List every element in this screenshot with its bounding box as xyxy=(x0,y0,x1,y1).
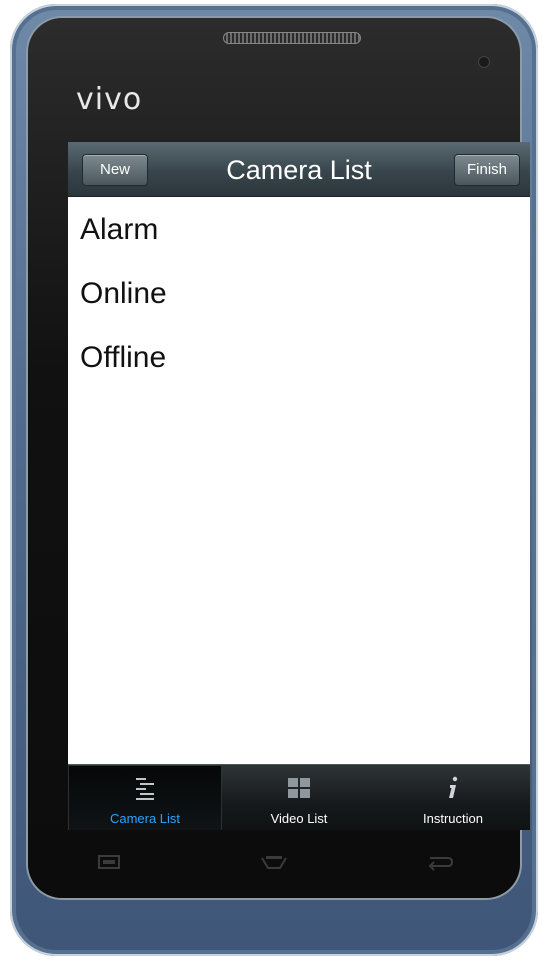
tab-instruction[interactable]: Instruction xyxy=(376,765,530,830)
phone-bezel: vivo New Camera List Finish Alarm Online… xyxy=(28,18,530,898)
new-button[interactable]: New xyxy=(82,154,148,186)
tab-video-list[interactable]: Video List xyxy=(222,765,376,830)
menu-key-icon[interactable] xyxy=(90,848,130,876)
page-title: Camera List xyxy=(226,155,372,185)
list-item-offline[interactable]: Offline xyxy=(68,326,530,390)
tab-label: Camera List xyxy=(109,811,181,826)
bottom-tab-bar: Camera List Video List Instruction xyxy=(68,764,530,830)
camera-category-list: Alarm Online Offline xyxy=(68,198,530,390)
phone-body: vivo New Camera List Finish Alarm Online… xyxy=(10,4,538,956)
tab-label: Instruction xyxy=(423,811,483,826)
brand-logo: vivo xyxy=(76,82,143,117)
home-key-icon[interactable] xyxy=(254,848,294,876)
back-key-icon[interactable] xyxy=(420,848,460,876)
list-item-online[interactable]: Online xyxy=(68,262,530,326)
app-screen: New Camera List Finish Alarm Online Offl… xyxy=(68,142,530,830)
title-bar: New Camera List Finish xyxy=(68,142,530,197)
front-camera-icon xyxy=(478,56,490,68)
list-icon xyxy=(68,775,222,801)
finish-button[interactable]: Finish xyxy=(454,154,520,186)
grid-icon xyxy=(222,775,376,801)
hardware-key-bar xyxy=(28,830,520,898)
tab-camera-list[interactable]: Camera List xyxy=(68,765,222,830)
info-icon xyxy=(376,775,530,801)
tab-label: Video List xyxy=(270,811,328,826)
list-item-alarm[interactable]: Alarm xyxy=(68,198,530,262)
speaker-grille-icon xyxy=(223,32,361,44)
